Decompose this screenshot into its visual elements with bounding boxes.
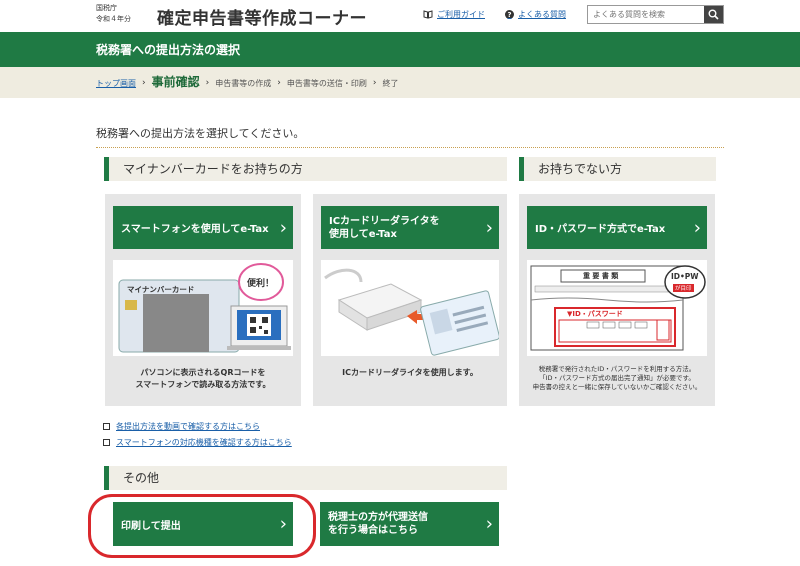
id-pw-description: 税務署で発行されたID・パスワードを利用する方法。 「ID・パスワード方式の届出… — [523, 365, 711, 392]
breadcrumb: トップ画面 › 事前確認 › 申告書等の作成 › 申告書等の送信・印刷 › 終了 — [96, 75, 399, 90]
site-header: 国税庁 令和４年分 確定申告書等作成コーナー ご利用ガイド ? よくある質問 — [0, 0, 800, 32]
help-links: 各提出方法を動画で確認する方はこちら スマートフォンの対応機種を確認する方はこち… — [103, 418, 292, 450]
id-pw-desc-line: 「ID・パスワード方式の届出完了通知」が必要です。 — [539, 374, 695, 382]
smartphone-card: スマートフォンを使用してe-Tax › マイナンバーカード 便利！ パソコンに表… — [105, 194, 301, 406]
illus-bubble-text: 便利！ — [247, 279, 275, 289]
print-submit-button[interactable]: 印刷して提出 › — [113, 502, 293, 546]
smartphone-desc-line: スマートフォンで読み取る方法です。 — [135, 380, 271, 389]
breadcrumb-home[interactable]: トップ画面 — [96, 78, 136, 89]
video-guide-link[interactable]: 各提出方法を動画で確認する方はこちら — [103, 418, 292, 434]
external-window-icon — [103, 422, 110, 430]
chevron-right-icon: › — [485, 513, 493, 535]
illus-field-label: ▼ID・パスワード — [567, 310, 623, 318]
tax-accountant-label-line: 税理士の方が代理送信 — [328, 512, 428, 523]
external-window-icon — [103, 438, 110, 446]
supported-devices-link[interactable]: スマートフォンの対応機種を確認する方はこちら — [103, 434, 292, 450]
illus-badge-bottom: が目印 — [673, 284, 694, 292]
tax-accountant-label-line: を行う場合はこちら — [328, 525, 418, 536]
chevron-right-icon: › — [372, 78, 377, 88]
illus-card-label: マイナンバーカード — [127, 285, 195, 294]
smartphone-etax-button[interactable]: スマートフォンを使用してe-Tax › — [113, 206, 293, 249]
illus-doc-title: 重 要 書 類 — [583, 272, 619, 280]
faq-link-label: よくある質問 — [518, 10, 566, 19]
site-title[interactable]: 確定申告書等作成コーナー — [157, 4, 367, 29]
id-pw-etax-button[interactable]: ID・パスワード方式でe-Tax › — [527, 206, 707, 249]
section-heading-no-card: お持ちでない方 — [519, 157, 716, 181]
chevron-right-icon: › — [205, 78, 210, 88]
breadcrumb-step: 終了 — [382, 78, 399, 88]
search-button[interactable] — [704, 6, 723, 23]
ic-reader-etax-button[interactable]: ICカードリーダライタを 使用してe-Tax › — [321, 206, 499, 249]
chevron-right-icon: › — [142, 78, 146, 88]
supported-devices-link-label: スマートフォンの対応機種を確認する方はこちら — [116, 437, 292, 447]
tax-accountant-button[interactable]: 税理士の方が代理送信 を行う場合はこちら › — [320, 502, 499, 546]
chevron-right-icon: › — [279, 513, 287, 535]
breadcrumb-step: 申告書等の送信・印刷 — [286, 78, 367, 88]
ic-reader-card: ICカードリーダライタを 使用してe-Tax › ICカードリーダライタを使用し… — [313, 194, 507, 406]
smartphone-description: パソコンに表示されるQRコードを スマートフォンで読み取る方法です。 — [113, 367, 293, 391]
print-submit-label: 印刷して提出 — [121, 520, 181, 532]
ic-reader-description: ICカードリーダライタを使用します。 — [342, 368, 478, 377]
smartphone-desc-line: パソコンに表示されるQRコードを — [140, 368, 266, 377]
smartphone-illustration: マイナンバーカード 便利！ — [113, 260, 293, 356]
illus-badge-top: ID•PW — [671, 272, 699, 281]
page-title-bar: 税務署への提出方法の選択 — [0, 32, 800, 67]
ic-reader-label-line: ICカードリーダライタを — [329, 215, 440, 227]
chevron-right-icon: › — [277, 78, 281, 88]
id-pw-desc-line: 税務署で発行されたID・パスワードを利用する方法。 — [538, 365, 696, 373]
smartphone-etax-label: スマートフォンを使用してe-Tax — [121, 224, 269, 235]
page-title: 税務署への提出方法の選択 — [96, 43, 241, 57]
fiscal-year: 令和４年分 — [96, 15, 131, 23]
question-icon: ? — [505, 10, 514, 19]
chevron-right-icon: › — [485, 217, 493, 238]
search-input[interactable] — [588, 6, 704, 23]
divider — [96, 147, 724, 148]
search-icon — [708, 5, 719, 24]
guide-link-label: ご利用ガイド — [437, 10, 485, 19]
breadcrumb-step: 申告書等の作成 — [215, 78, 272, 88]
guide-link[interactable]: ご利用ガイド — [423, 9, 485, 20]
agency-label: 国税庁 令和４年分 — [96, 3, 131, 25]
id-pw-etax-label: ID・パスワード方式でe-Tax — [535, 224, 666, 235]
chevron-right-icon: › — [279, 217, 287, 238]
faq-link[interactable]: ? よくある質問 — [505, 9, 566, 20]
video-guide-link-label: 各提出方法を動画で確認する方はこちら — [116, 421, 260, 431]
faq-search — [587, 5, 724, 24]
breadcrumb-current: 事前確認 — [151, 75, 200, 89]
breadcrumb-bar: トップ画面 › 事前確認 › 申告書等の作成 › 申告書等の送信・印刷 › 終了 — [0, 67, 800, 98]
intro-text: 税務署への提出方法を選択してください。 — [96, 127, 305, 140]
id-pw-illustration: 重 要 書 類 ID•PW が目印 ▼ID・パスワード — [527, 260, 707, 356]
id-pw-card: ID・パスワード方式でe-Tax › 重 要 書 類 ID•PW が目印 ▼ID… — [519, 194, 715, 406]
agency-name: 国税庁 — [96, 4, 117, 12]
ic-reader-label-line: 使用してe-Tax — [329, 228, 397, 240]
id-pw-desc-line: 申告書の控えと一緒に保存していないかご確認ください。 — [532, 383, 702, 391]
chevron-right-icon: › — [693, 217, 701, 238]
book-icon — [423, 10, 433, 20]
section-heading-other: その他 — [104, 466, 507, 490]
section-heading-mynumber: マイナンバーカードをお持ちの方 — [104, 157, 507, 181]
ic-reader-illustration — [321, 260, 500, 356]
